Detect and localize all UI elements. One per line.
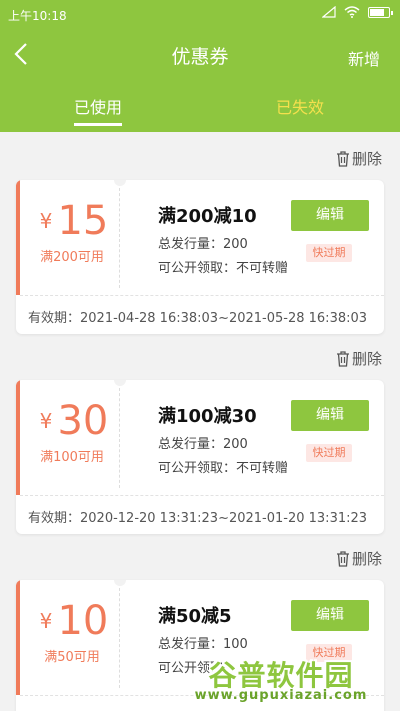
delete-button[interactable]: 删除 [336, 348, 382, 369]
site-watermark: 谷普软件园 www.gupuxiazai.com [168, 654, 394, 706]
expiring-badge: 快过期 [306, 244, 352, 262]
coupon-issued: 总发行量：200 [158, 237, 248, 252]
trash-icon [336, 550, 349, 567]
battery-icon [368, 6, 393, 18]
delete-button[interactable]: 删除 [336, 148, 382, 169]
delete-button[interactable]: 删除 [336, 548, 382, 569]
amount-value: 10 [57, 598, 109, 644]
coupon-stripe [16, 580, 20, 695]
coupon-amount: ¥ 10 [32, 598, 116, 644]
currency-symbol: ¥ [39, 609, 53, 633]
signal-icon [322, 6, 336, 18]
amount-value: 15 [57, 198, 109, 244]
coupon-name: 满50减5 [158, 606, 232, 627]
status-bar: 上午10:18 [0, 0, 400, 28]
coupon-card: ¥ 15 满200可用 满200减10 总发行量：200 可公开领取：不可转赠 … [16, 180, 384, 334]
coupon-separator [20, 495, 384, 496]
coupon-stripe [16, 180, 20, 295]
tab-invalid-label: 已失效 [276, 98, 325, 117]
coupon-public: 可公开领取：不可转赠 [158, 261, 289, 276]
trash-icon [336, 350, 349, 367]
status-time: 上午10:18 [8, 9, 67, 23]
edit-button[interactable]: 编辑 [291, 400, 369, 431]
currency-symbol: ¥ [39, 409, 53, 433]
coupon-divider [119, 388, 120, 488]
coupon-notch [114, 180, 126, 186]
coupon-condition: 满100可用 [40, 450, 104, 465]
tab-used[interactable]: 已使用 [74, 94, 123, 126]
delete-label: 删除 [351, 550, 382, 568]
coupon-validity: 有效期：2021-04-28 16:38:03~2021-05-28 16:38… [28, 311, 368, 326]
coupon-amount: ¥ 15 [32, 198, 116, 244]
tab-active-indicator [74, 123, 123, 126]
coupon-condition: 满50可用 [44, 650, 100, 665]
coupon-name: 满200减10 [158, 206, 257, 227]
page-title: 优惠券 [171, 46, 229, 68]
tab-bar: 已使用 已失效 [0, 88, 400, 132]
amount-value: 30 [57, 398, 109, 444]
watermark-url: www.gupuxiazai.com [194, 688, 368, 703]
wifi-icon [344, 6, 360, 18]
coupon-public: 可公开领取：不可转赠 [158, 461, 289, 476]
status-icons [322, 6, 393, 18]
trash-icon [336, 150, 349, 167]
tab-used-label: 已使用 [74, 98, 123, 117]
coupon-amount: ¥ 30 [32, 398, 116, 444]
coupon-notch [114, 580, 126, 586]
expiring-badge: 快过期 [306, 444, 352, 462]
coupon-stripe [16, 380, 20, 495]
edit-button[interactable]: 编辑 [291, 200, 369, 231]
coupon-name: 满100减30 [158, 406, 257, 427]
nav-bar: 优惠券 新增 [0, 30, 400, 78]
coupon-separator [20, 295, 384, 296]
tab-invalid[interactable]: 已失效 [276, 94, 324, 118]
header-bar: 上午10:18 优惠券 新增 已使用 已失效 [0, 0, 400, 132]
coupon-issued: 总发行量：100 [158, 637, 248, 652]
coupon-validity: 有效期：2020-12-20 13:31:23~2021-01-20 13:31… [28, 511, 368, 526]
coupon-condition: 满200可用 [40, 250, 104, 265]
coupon-card: ¥ 30 满100可用 满100减30 总发行量：200 可公开领取：不可转赠 … [16, 380, 384, 534]
coupon-divider [119, 188, 120, 288]
coupon-divider [119, 588, 120, 688]
delete-label: 删除 [351, 150, 382, 168]
coupon-notch [114, 380, 126, 386]
currency-symbol: ¥ [39, 209, 53, 233]
edit-button[interactable]: 编辑 [291, 600, 369, 631]
delete-label: 删除 [351, 350, 382, 368]
coupon-issued: 总发行量：200 [158, 437, 248, 452]
add-button[interactable]: 新增 [348, 46, 380, 70]
